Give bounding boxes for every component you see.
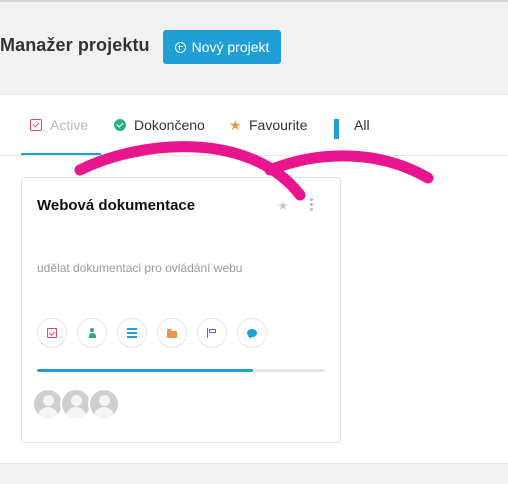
top-divider	[0, 0, 508, 2]
new-project-button[interactable]: Nový projekt	[163, 30, 281, 64]
members-button[interactable]	[77, 318, 107, 348]
milestones-button[interactable]	[197, 318, 227, 348]
chat-button[interactable]	[237, 318, 267, 348]
project-tabs: Active Dokončeno ★ Favourite All	[0, 95, 508, 156]
checkbox-icon	[30, 119, 42, 131]
project-actions	[37, 318, 267, 348]
list-button[interactable]	[117, 318, 147, 348]
chat-icon	[247, 329, 257, 339]
projects-panel: Active Dokončeno ★ Favourite All Webová …	[0, 94, 508, 464]
grid-icon	[334, 119, 346, 139]
tasks-button[interactable]	[37, 318, 67, 348]
plus-circle-icon	[174, 41, 186, 53]
tab-active[interactable]: Active	[21, 95, 101, 155]
project-title[interactable]: Webová dokumentace	[37, 197, 195, 214]
files-button[interactable]	[157, 318, 187, 348]
members-icon	[87, 328, 97, 338]
project-progress-bar	[37, 369, 325, 372]
star-icon: ★	[229, 117, 242, 133]
progress-fill	[37, 369, 253, 372]
page-header: Manažer projektu Nový projekt	[0, 30, 508, 64]
folder-icon	[167, 328, 177, 338]
project-description: udělat dokumentaci pro ovládání webu	[37, 261, 243, 275]
project-card[interactable]: Webová dokumentace ★ udělat dokumentaci …	[21, 177, 341, 443]
tab-label: Dokončeno	[134, 117, 205, 133]
tab-dokonceno[interactable]: Dokončeno	[114, 95, 205, 155]
list-icon	[127, 328, 137, 338]
avatar[interactable]	[88, 388, 120, 420]
page-title: Manažer projektu	[0, 35, 150, 55]
tab-label: Active	[50, 117, 89, 133]
tab-all[interactable]: All	[334, 95, 370, 155]
flag-icon	[207, 328, 217, 338]
tab-favourite[interactable]: ★ Favourite	[229, 95, 307, 155]
more-options-icon[interactable]	[310, 198, 313, 213]
check-circle-icon	[114, 119, 126, 131]
task-checkbox-icon	[47, 328, 57, 338]
tab-label: Favourite	[249, 117, 308, 133]
tab-label: All	[354, 117, 370, 133]
new-project-label: Nový projekt	[191, 39, 270, 55]
favourite-star-icon[interactable]: ★	[277, 198, 289, 214]
